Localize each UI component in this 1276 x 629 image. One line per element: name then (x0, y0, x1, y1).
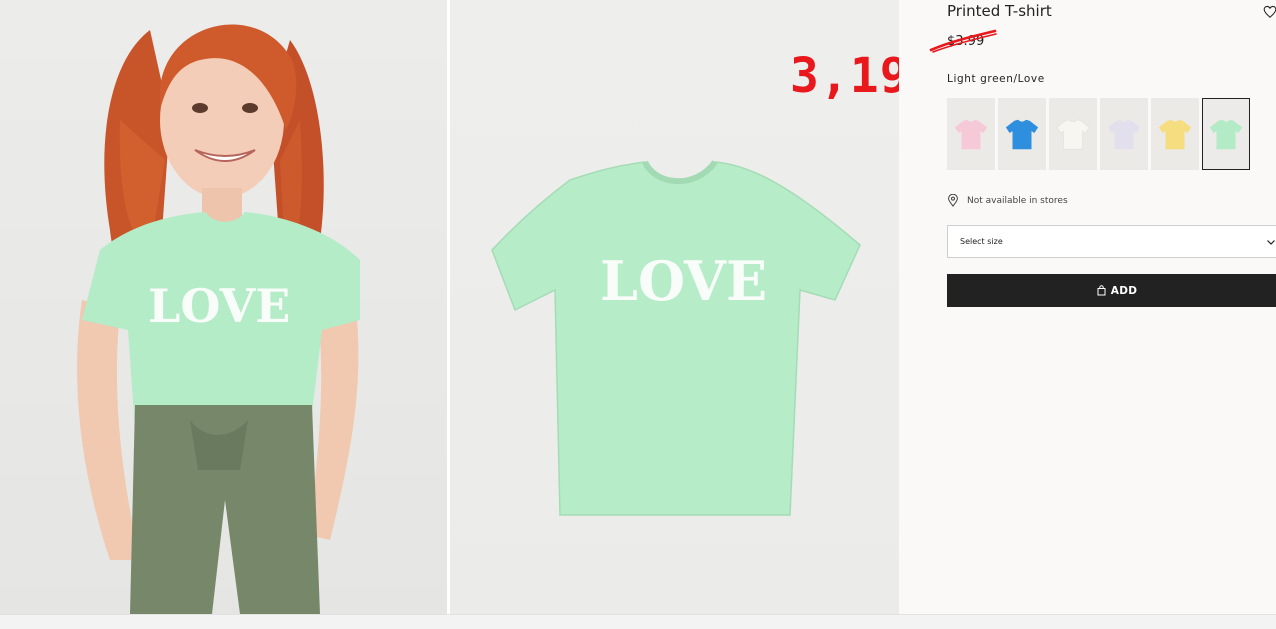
color-swatches (947, 98, 1250, 170)
shirt-print-text: LOVE (600, 249, 767, 313)
swatch-pink[interactable] (947, 98, 995, 170)
sale-price-annotation: 3,19 (790, 48, 910, 104)
add-button-label: ADD (1110, 284, 1138, 297)
tshirt-icon (954, 119, 988, 150)
chevron-down-icon (1267, 240, 1275, 245)
product-title: Printed T-shirt (947, 2, 1052, 20)
availability-text: Not available in stores (967, 195, 1068, 206)
size-select-label: Select size (960, 237, 1003, 246)
tshirt-icon (1056, 119, 1090, 150)
tshirt-icon (1107, 119, 1141, 150)
shirt-print-text: LOVE (148, 279, 290, 333)
tshirt-icon (1209, 119, 1243, 150)
tshirt-icon (1005, 119, 1039, 150)
product-details-panel: Printed T-shirt $3.99 Light green/Love N… (899, 0, 1276, 614)
tshirt-icon (1158, 119, 1192, 150)
selected-color-name: Light green/Love (947, 73, 1045, 85)
store-availability: Not available in stores (947, 194, 1068, 207)
swatch-white[interactable] (1049, 98, 1097, 170)
price-strike-mark (929, 29, 997, 53)
size-select[interactable]: Select size (947, 225, 1276, 258)
swatch-yellow[interactable] (1151, 98, 1199, 170)
swatch-blue[interactable] (998, 98, 1046, 170)
model-photo[interactable]: LOVE (0, 0, 447, 614)
add-to-bag-button[interactable]: ADD (947, 274, 1276, 307)
horizontal-scrollbar[interactable] (0, 614, 1276, 629)
swatch-lilac[interactable] (1100, 98, 1148, 170)
swatch-light-green[interactable] (1202, 98, 1250, 170)
model-illustration: LOVE (77, 24, 360, 614)
shopping-bag-icon (1097, 285, 1106, 296)
heart-outline-icon[interactable] (1263, 5, 1276, 19)
location-pin-icon (948, 194, 958, 207)
